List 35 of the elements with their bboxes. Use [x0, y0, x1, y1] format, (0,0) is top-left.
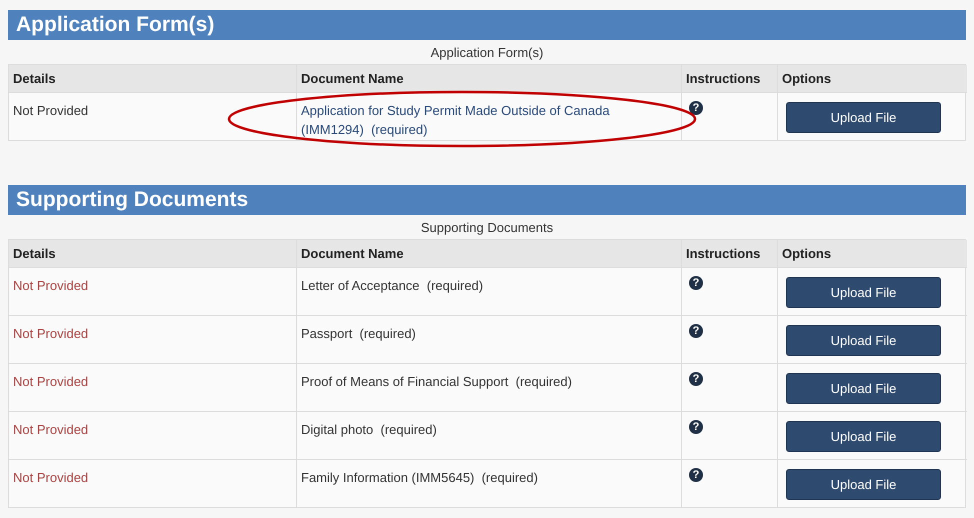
document-name: Family Information (IMM5645) (required) — [301, 469, 538, 487]
upload-button[interactable]: Upload File — [786, 277, 941, 308]
column-header: Document Name — [296, 240, 681, 267]
upload-button[interactable]: Upload File — [786, 421, 941, 452]
table-caption: Supporting Documents — [420, 219, 554, 237]
upload-button[interactable]: Upload File — [786, 325, 941, 356]
table-caption: Application Form(s) — [430, 44, 544, 62]
status-text: Not Provided — [13, 325, 88, 343]
column-header: Document Name — [296, 65, 681, 92]
upload-button[interactable]: Upload File — [786, 373, 941, 404]
document-name: Proof of Means of Financial Support (required) — [301, 373, 572, 391]
help-icon[interactable]: ? — [689, 372, 703, 386]
help-icon[interactable]: ? — [689, 468, 703, 482]
help-icon[interactable]: ? — [689, 420, 703, 434]
status-text: Not Provided — [13, 421, 88, 439]
status-text: Not Provided — [13, 469, 88, 487]
upload-button[interactable]: Upload File — [786, 469, 941, 500]
help-icon[interactable]: ? — [689, 101, 703, 115]
help-icon[interactable]: ? — [689, 324, 703, 338]
column-header: Options — [777, 240, 967, 267]
column-header: Details — [9, 240, 296, 267]
column-header: Details — [9, 65, 296, 92]
document-name: Passport (required) — [301, 325, 416, 343]
section-title: Supporting Documents — [8, 185, 966, 215]
section-title: Application Form(s) — [8, 10, 966, 40]
column-header: Instructions — [681, 65, 777, 92]
document-name: Letter of Acceptance (required) — [301, 277, 484, 295]
column-header: Options — [777, 65, 967, 92]
document-name: Digital photo (required) — [301, 421, 437, 439]
status-text: Not Provided — [13, 102, 88, 120]
upload-button[interactable]: Upload File — [786, 102, 941, 133]
status-text: Not Provided — [13, 277, 88, 295]
help-icon[interactable]: ? — [689, 276, 703, 290]
status-text: Not Provided — [13, 373, 88, 391]
column-header: Instructions — [681, 240, 777, 267]
